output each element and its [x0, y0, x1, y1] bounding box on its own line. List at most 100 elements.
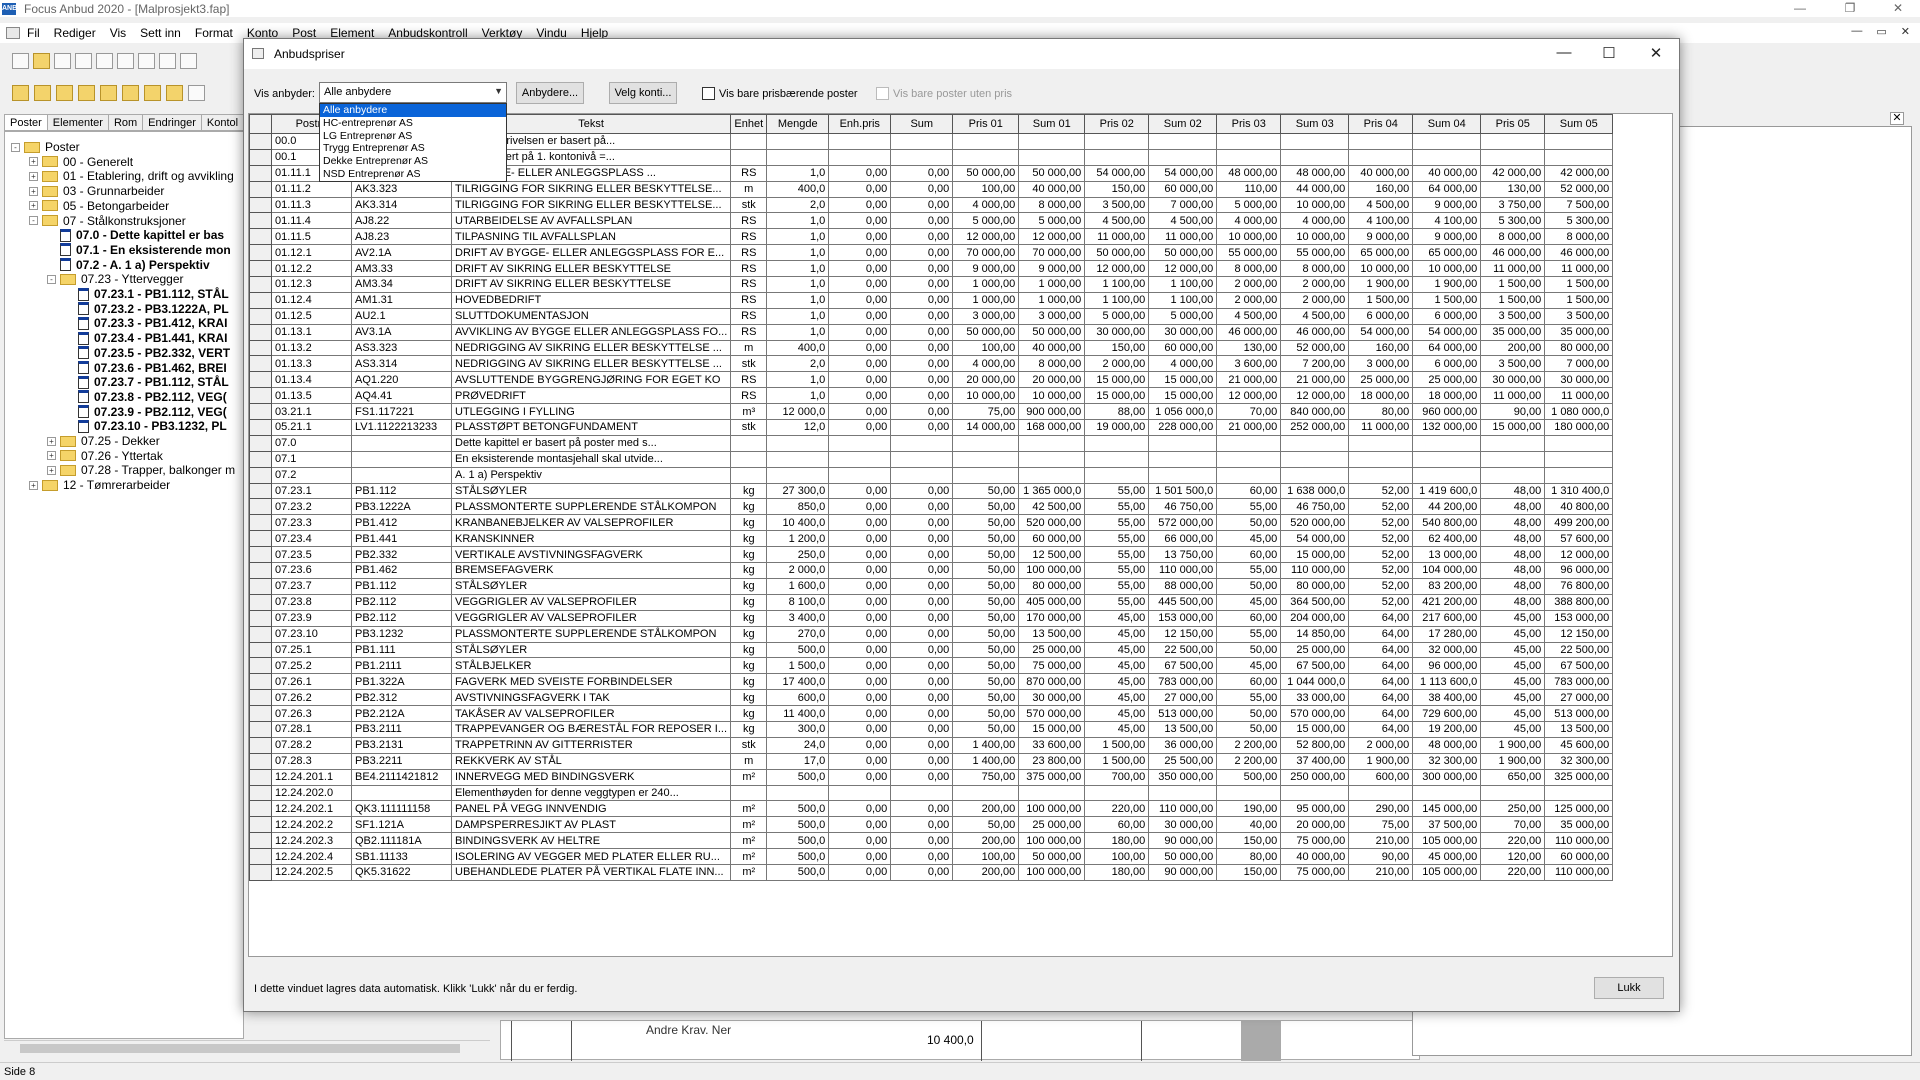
table-cell[interactable]: 110 000,00 [1544, 863, 1614, 881]
horizontal-scrollbar[interactable] [4, 1040, 490, 1055]
table-cell[interactable]: 48,00 [1480, 530, 1546, 548]
table-cell[interactable]: 45,00 [1216, 530, 1282, 548]
table-cell[interactable] [1348, 784, 1414, 802]
table-cell[interactable]: 3 500,00 [1480, 307, 1546, 325]
table-cell[interactable]: 6 000,00 [1412, 355, 1482, 373]
table-cell[interactable]: REKKVERK AV STÅL [450, 752, 732, 770]
table-cell[interactable]: 01.11.5 [271, 228, 352, 246]
table-cell[interactable]: 15 000,00 [1280, 720, 1350, 738]
table-cell[interactable]: 1 365 000,0 [1018, 482, 1086, 500]
column-header[interactable]: Pris 02 [1084, 114, 1150, 134]
table-cell[interactable]: 0,00 [828, 371, 892, 389]
table-cell[interactable]: 50,00 [952, 720, 1020, 738]
table-cell[interactable]: 0,00 [828, 848, 892, 865]
dropdown-option[interactable]: HC-entreprenør AS [320, 117, 506, 130]
table-cell[interactable] [351, 466, 452, 484]
table-cell[interactable]: 1,0 [766, 323, 830, 341]
table-cell[interactable]: 40 000,00 [1018, 180, 1086, 198]
table-cell[interactable]: 1 113 600,0 [1412, 673, 1482, 691]
table-cell[interactable] [766, 450, 830, 468]
table-cell[interactable]: 50,00 [952, 482, 1020, 500]
table-cell[interactable]: m² [730, 832, 768, 850]
table-row[interactable]: 01.11.4 AJ8.22 UTARBEIDELSE AV AVFALLSPLAN… [249, 212, 1614, 230]
table-cell[interactable]: 0,00 [828, 863, 892, 881]
table-cell[interactable]: 220,00 [1480, 832, 1546, 850]
table-cell[interactable]: SB1.11133 [351, 848, 452, 865]
table-row[interactable]: 12.24.201.1 BE4.2111421812 INNERVEGG MED B… [249, 768, 1614, 786]
table-cell[interactable]: 513 000,00 [1544, 705, 1614, 722]
table-cell[interactable]: 50,00 [1216, 705, 1282, 722]
table-cell[interactable]: 3 500,00 [1084, 196, 1150, 214]
table-cell[interactable] [1412, 450, 1482, 468]
table-cell[interactable]: 60,00 [1216, 609, 1282, 627]
table-cell[interactable]: 150,00 [1216, 863, 1282, 881]
table-cell[interactable] [730, 450, 768, 468]
table-cell[interactable]: 07.23.1 [271, 482, 352, 500]
table-cell[interactable]: 07.2 [271, 466, 352, 484]
table-cell[interactable] [766, 784, 830, 802]
table-cell[interactable]: PB2.112 [351, 609, 452, 627]
tab-rom[interactable]: Rom [107, 114, 144, 130]
table-cell[interactable]: 150,00 [1084, 339, 1150, 357]
table-cell[interactable]: UBEHANDLEDE PLATER PÅ VERTIKAL FLATE INN… [450, 863, 732, 881]
table-cell[interactable]: DRIFT AV SIKRING ELLER BESKYTTELSE [450, 260, 732, 278]
expand-icon[interactable]: + [47, 436, 56, 446]
table-cell[interactable]: 1 419 600,0 [1412, 482, 1482, 500]
table-cell[interactable]: 570 000,00 [1280, 705, 1350, 722]
dropdown-option[interactable]: Trygg Entreprenør AS [320, 142, 506, 155]
table-cell[interactable]: 1 500,00 [1544, 276, 1614, 293]
table-cell[interactable]: 01.11.2 [271, 180, 352, 198]
table-cell[interactable]: 01.13.5 [271, 387, 352, 405]
table-cell[interactable]: 12 000,00 [1084, 260, 1150, 278]
table-cell[interactable] [1412, 148, 1482, 166]
table-row[interactable]: 07.23.6 PB1.462 BREMSEFAGVERK kg 2 000,0 0,00… [249, 562, 1614, 579]
table-cell[interactable]: AM3.34 [351, 276, 452, 293]
table-cell[interactable]: 38 400,00 [1412, 689, 1482, 707]
table-cell[interactable]: 50 000,00 [952, 323, 1020, 341]
table-cell[interactable]: 20 000,00 [952, 371, 1020, 389]
table-cell[interactable]: 2 000,00 [1280, 291, 1350, 309]
table-cell[interactable]: 100 000,00 [1018, 832, 1086, 850]
table-row[interactable]: 05.21.1 LV1.1122213233 PLASSTØPT BETONGFUN… [249, 419, 1614, 436]
table-cell[interactable]: 12 000,00 [1018, 228, 1086, 246]
table-cell[interactable]: TAKÅSER AV VALSEPROFILER [450, 705, 732, 722]
table-cell[interactable]: 37 500,00 [1412, 816, 1482, 834]
table-cell[interactable]: 1,0 [766, 387, 830, 405]
table-cell[interactable]: m [730, 180, 768, 198]
table-cell[interactable]: 21 000,00 [1280, 371, 1350, 389]
table-cell[interactable]: 44 000,00 [1280, 180, 1350, 198]
table-cell[interactable]: 110,00 [1216, 180, 1282, 198]
table-cell[interactable]: 75,00 [1348, 816, 1414, 834]
table-cell[interactable]: 1 200,0 [766, 530, 830, 548]
table-cell[interactable]: kg [730, 546, 768, 564]
table-cell[interactable]: 5 000,00 [1216, 196, 1282, 214]
table-cell[interactable]: 45,00 [1480, 673, 1546, 691]
table-cell[interactable]: 8 000,00 [1280, 260, 1350, 278]
table-cell[interactable]: 50 000,00 [1084, 244, 1150, 262]
table-row[interactable]: 07.28.3 PB3.2211 REKKVERK AV STÅL m 17,0 0,00… [249, 752, 1614, 770]
table-cell[interactable] [766, 434, 830, 452]
table-cell[interactable]: 210,00 [1348, 832, 1414, 850]
table-cell[interactable]: 20 000,00 [1018, 371, 1086, 389]
table-cell[interactable]: 83 200,00 [1412, 577, 1482, 595]
table-cell[interactable]: PB2.112 [351, 593, 452, 611]
row-selector[interactable] [249, 260, 272, 278]
table-cell[interactable] [1280, 133, 1350, 150]
table-row[interactable]: 01.12.1 AV2.1A DRIFT AV BYGGE- ELLER ANLEG… [249, 244, 1614, 262]
table-cell[interactable]: LV1.1122213233 [351, 419, 452, 436]
table-cell[interactable]: 150,00 [1084, 180, 1150, 198]
table-cell[interactable] [1280, 450, 1350, 468]
scrollbar-thumb[interactable] [20, 1044, 460, 1053]
table-cell[interactable]: 60 000,00 [1018, 530, 1086, 548]
table-cell[interactable]: 364 500,00 [1280, 593, 1350, 611]
row-selector[interactable] [249, 371, 272, 389]
right-panel-close-button[interactable]: ✕ [1890, 112, 1904, 125]
table-cell[interactable]: 30 000,00 [1084, 323, 1150, 341]
table-cell[interactable]: BINDINGSVERK AV HELTRE [450, 832, 732, 850]
table-cell[interactable]: 0,00 [828, 291, 892, 309]
table-cell[interactable]: 0,00 [828, 482, 892, 500]
row-selector[interactable] [249, 291, 272, 309]
table-cell[interactable]: 540 800,00 [1412, 514, 1482, 532]
table-cell[interactable] [1544, 784, 1614, 802]
table-cell[interactable]: 0,00 [890, 768, 954, 786]
